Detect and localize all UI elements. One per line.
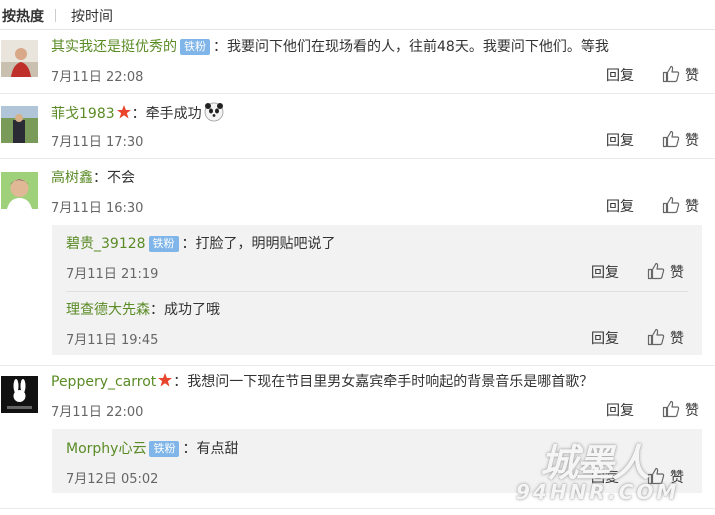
- colon: ：: [182, 441, 197, 457]
- colon: ：: [93, 170, 107, 186]
- reply-button[interactable]: 回复: [591, 262, 619, 282]
- like-button[interactable]: 赞: [685, 65, 699, 85]
- comment-time: 7月11日 16:30: [51, 201, 144, 216]
- reply-button[interactable]: 回复: [606, 400, 634, 420]
- sort-by-hot-tab[interactable]: 按热度: [2, 6, 44, 26]
- thumbs-up-icon[interactable]: [647, 328, 665, 346]
- like-button[interactable]: 赞: [685, 400, 699, 420]
- colon: ：: [181, 236, 196, 252]
- fan-badge: 铁粉: [148, 236, 179, 252]
- avatar[interactable]: [1, 106, 38, 143]
- reply-thread: 碧贵_39128 铁粉 ：打脸了，明明贴吧说了 7月11日 21:19 回复 赞 理…: [52, 225, 702, 355]
- reply-text: 有点甜: [196, 441, 239, 457]
- thumbs-up-icon[interactable]: [647, 467, 665, 485]
- username-link[interactable]: 理查德大先森: [66, 302, 150, 318]
- comment-line: 菲戈1983 ：牵手成功: [51, 102, 224, 124]
- username-link[interactable]: Peppery_carrot: [51, 374, 156, 390]
- like-button[interactable]: 赞: [670, 467, 684, 487]
- username-link[interactable]: 碧贵_39128: [66, 236, 146, 252]
- reply-button[interactable]: 回复: [606, 196, 634, 216]
- avatar[interactable]: [1, 172, 38, 209]
- reply-line: Morphy心云 铁粉 ：有点甜: [66, 439, 238, 459]
- username-link[interactable]: Morphy心云: [66, 441, 146, 457]
- reply-divider: [66, 291, 688, 292]
- comment-time: 7月11日 17:30: [51, 135, 144, 150]
- username-link[interactable]: 高树鑫: [51, 170, 93, 186]
- thumbs-up-icon[interactable]: [662, 400, 680, 418]
- like-button[interactable]: 赞: [685, 130, 699, 150]
- comment-line: 其实我还是挺优秀的 铁粉 ：我要问下他们在现场看的人，往前48天。我要问下他们。等我: [51, 37, 609, 57]
- reply-button[interactable]: 回复: [591, 467, 619, 487]
- thumbs-up-icon[interactable]: [662, 130, 680, 148]
- colon: ：: [150, 302, 164, 318]
- comment-line: Peppery_carrot ：我想问一下现在节目里男女嘉宾牵手时响起的背景音乐是…: [51, 372, 593, 392]
- reply-line: 理查德大先森：成功了哦: [66, 300, 220, 320]
- reply-time: 7月11日 19:45: [66, 333, 159, 348]
- thumbs-up-icon[interactable]: [662, 196, 680, 214]
- comment-divider: [0, 158, 715, 159]
- reply-text: 打脸了，明明贴吧说了: [195, 236, 336, 252]
- comment-divider: [0, 508, 715, 509]
- comment-text: 牵手成功: [145, 106, 202, 122]
- reply-thread: Morphy心云 铁粉 ：有点甜 7月12日 05:02 回复 赞: [52, 429, 702, 493]
- comment-text: 我要问下他们在现场看的人，往前48天。我要问下他们。等我: [227, 39, 609, 55]
- fan-badge: 铁粉: [149, 441, 180, 457]
- username-link[interactable]: 其实我还是挺优秀的: [51, 39, 177, 55]
- reply-time: 7月12日 05:02: [66, 472, 159, 487]
- avatar[interactable]: [1, 376, 38, 413]
- comment-text: 不会: [107, 170, 135, 186]
- reply-time: 7月11日 21:19: [66, 267, 159, 282]
- reply-line: 碧贵_39128 铁粉 ：打脸了，明明贴吧说了: [66, 234, 336, 254]
- sort-divider: [55, 9, 56, 22]
- comment-divider: [0, 93, 715, 94]
- thumbs-up-icon[interactable]: [647, 262, 665, 280]
- reply-button[interactable]: 回复: [606, 130, 634, 150]
- vip-star-icon: [116, 104, 132, 120]
- like-button[interactable]: 赞: [670, 328, 684, 348]
- sort-bar: 按热度 按时间: [0, 0, 715, 30]
- colon: ：: [213, 39, 227, 55]
- reply-text: 成功了哦: [164, 302, 220, 318]
- fan-badge: 铁粉: [180, 39, 210, 55]
- like-button[interactable]: 赞: [670, 262, 684, 282]
- vip-star-icon: [157, 372, 173, 388]
- like-button[interactable]: 赞: [685, 196, 699, 216]
- comment-divider: [0, 365, 715, 366]
- thumbs-up-icon[interactable]: [662, 65, 680, 83]
- reply-button[interactable]: 回复: [591, 328, 619, 348]
- colon: ：: [131, 106, 146, 122]
- comment-time: 7月11日 22:08: [51, 70, 144, 85]
- username-link[interactable]: 菲戈1983: [51, 106, 115, 122]
- reply-button[interactable]: 回复: [606, 65, 634, 85]
- avatar[interactable]: [1, 40, 38, 77]
- comment-text: 我想问一下现在节目里男女嘉宾牵手时响起的背景音乐是哪首歌？: [187, 374, 594, 390]
- comment-line: 高树鑫：不会: [51, 168, 135, 188]
- comment-time: 7月11日 22:00: [51, 405, 144, 420]
- panda-emoji-icon: [204, 102, 224, 122]
- sort-by-time-tab[interactable]: 按时间: [71, 6, 113, 26]
- colon: ：: [173, 374, 188, 390]
